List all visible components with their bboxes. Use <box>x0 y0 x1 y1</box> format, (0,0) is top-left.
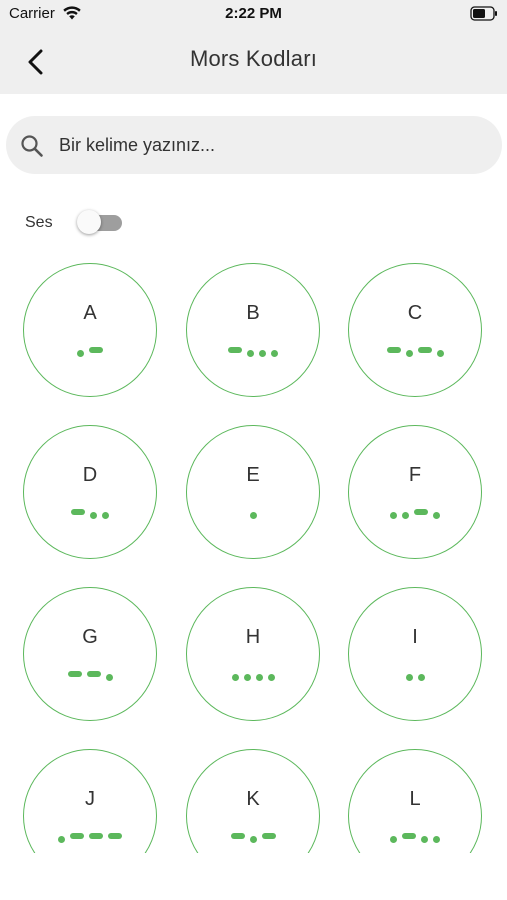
morse-code <box>187 670 319 681</box>
morse-dot <box>405 349 413 357</box>
morse-code <box>349 832 481 843</box>
morse-dot <box>247 349 254 357</box>
letter-button-g[interactable]: G <box>23 587 157 721</box>
morse-dot <box>405 673 413 681</box>
morse-dot <box>255 673 263 681</box>
morse-dot <box>58 835 65 843</box>
morse-code <box>24 346 156 357</box>
letter-button-l[interactable]: L <box>348 749 482 853</box>
letter-button-b[interactable]: B <box>186 263 320 397</box>
letter-label: C <box>407 302 423 324</box>
letter-button-f[interactable]: F <box>348 425 482 559</box>
morse-code <box>349 346 481 357</box>
letter-label: J <box>85 788 95 810</box>
morse-dot <box>249 835 257 843</box>
letter-label: A <box>83 302 97 324</box>
letter-label: L <box>409 788 421 810</box>
letter-label: F <box>408 464 422 486</box>
morse-dash <box>86 671 101 677</box>
morse-dot <box>243 673 251 681</box>
morse-dot <box>390 511 397 519</box>
morse-dot <box>436 349 444 357</box>
letter-label: G <box>82 626 98 648</box>
morse-dash <box>71 509 85 515</box>
morse-code <box>187 832 319 843</box>
morse-code <box>187 508 319 519</box>
letter-label: I <box>412 626 418 648</box>
letter-label: B <box>246 302 260 324</box>
morse-dot <box>433 835 440 843</box>
letter-button-a[interactable]: A <box>23 263 157 397</box>
morse-dot <box>271 349 278 357</box>
morse-dash <box>89 833 103 839</box>
morse-dot <box>267 673 275 681</box>
letter-button-e[interactable]: E <box>186 425 320 559</box>
morse-dot <box>77 349 84 357</box>
morse-code <box>24 670 156 681</box>
morse-code <box>24 832 156 843</box>
morse-dash <box>70 833 84 839</box>
letter-label: K <box>246 788 260 810</box>
morse-dot <box>259 349 266 357</box>
letter-button-c[interactable]: C <box>348 263 482 397</box>
morse-dash <box>261 833 276 839</box>
letter-button-k[interactable]: K <box>186 749 320 853</box>
morse-dash <box>228 347 242 353</box>
morse-dot <box>90 511 97 519</box>
morse-code <box>349 670 481 681</box>
morse-code <box>187 346 319 357</box>
morse-dot <box>105 673 113 681</box>
morse-dash <box>417 347 432 353</box>
letter-button-h[interactable]: H <box>186 587 320 721</box>
morse-dot <box>390 835 397 843</box>
morse-dash <box>108 833 122 839</box>
letter-button-d[interactable]: D <box>23 425 157 559</box>
morse-code <box>24 508 156 519</box>
morse-dash <box>67 671 82 677</box>
morse-letter-grid: A B C D E F G H I J K L <box>0 0 507 853</box>
morse-dot <box>421 835 428 843</box>
letter-button-j[interactable]: J <box>23 749 157 853</box>
letter-label: H <box>245 626 261 648</box>
morse-dot <box>417 673 425 681</box>
morse-dot <box>249 511 257 519</box>
morse-dash <box>386 347 401 353</box>
morse-dot <box>433 511 440 519</box>
morse-dash <box>230 833 245 839</box>
morse-dot <box>231 673 239 681</box>
morse-code <box>349 508 481 519</box>
morse-dot <box>402 511 409 519</box>
letter-button-i[interactable]: I <box>348 587 482 721</box>
letter-label: D <box>82 464 98 486</box>
morse-dash <box>402 833 416 839</box>
morse-dot <box>102 511 109 519</box>
morse-dash <box>414 509 428 515</box>
letter-label: E <box>246 464 260 486</box>
morse-dash <box>89 347 103 353</box>
